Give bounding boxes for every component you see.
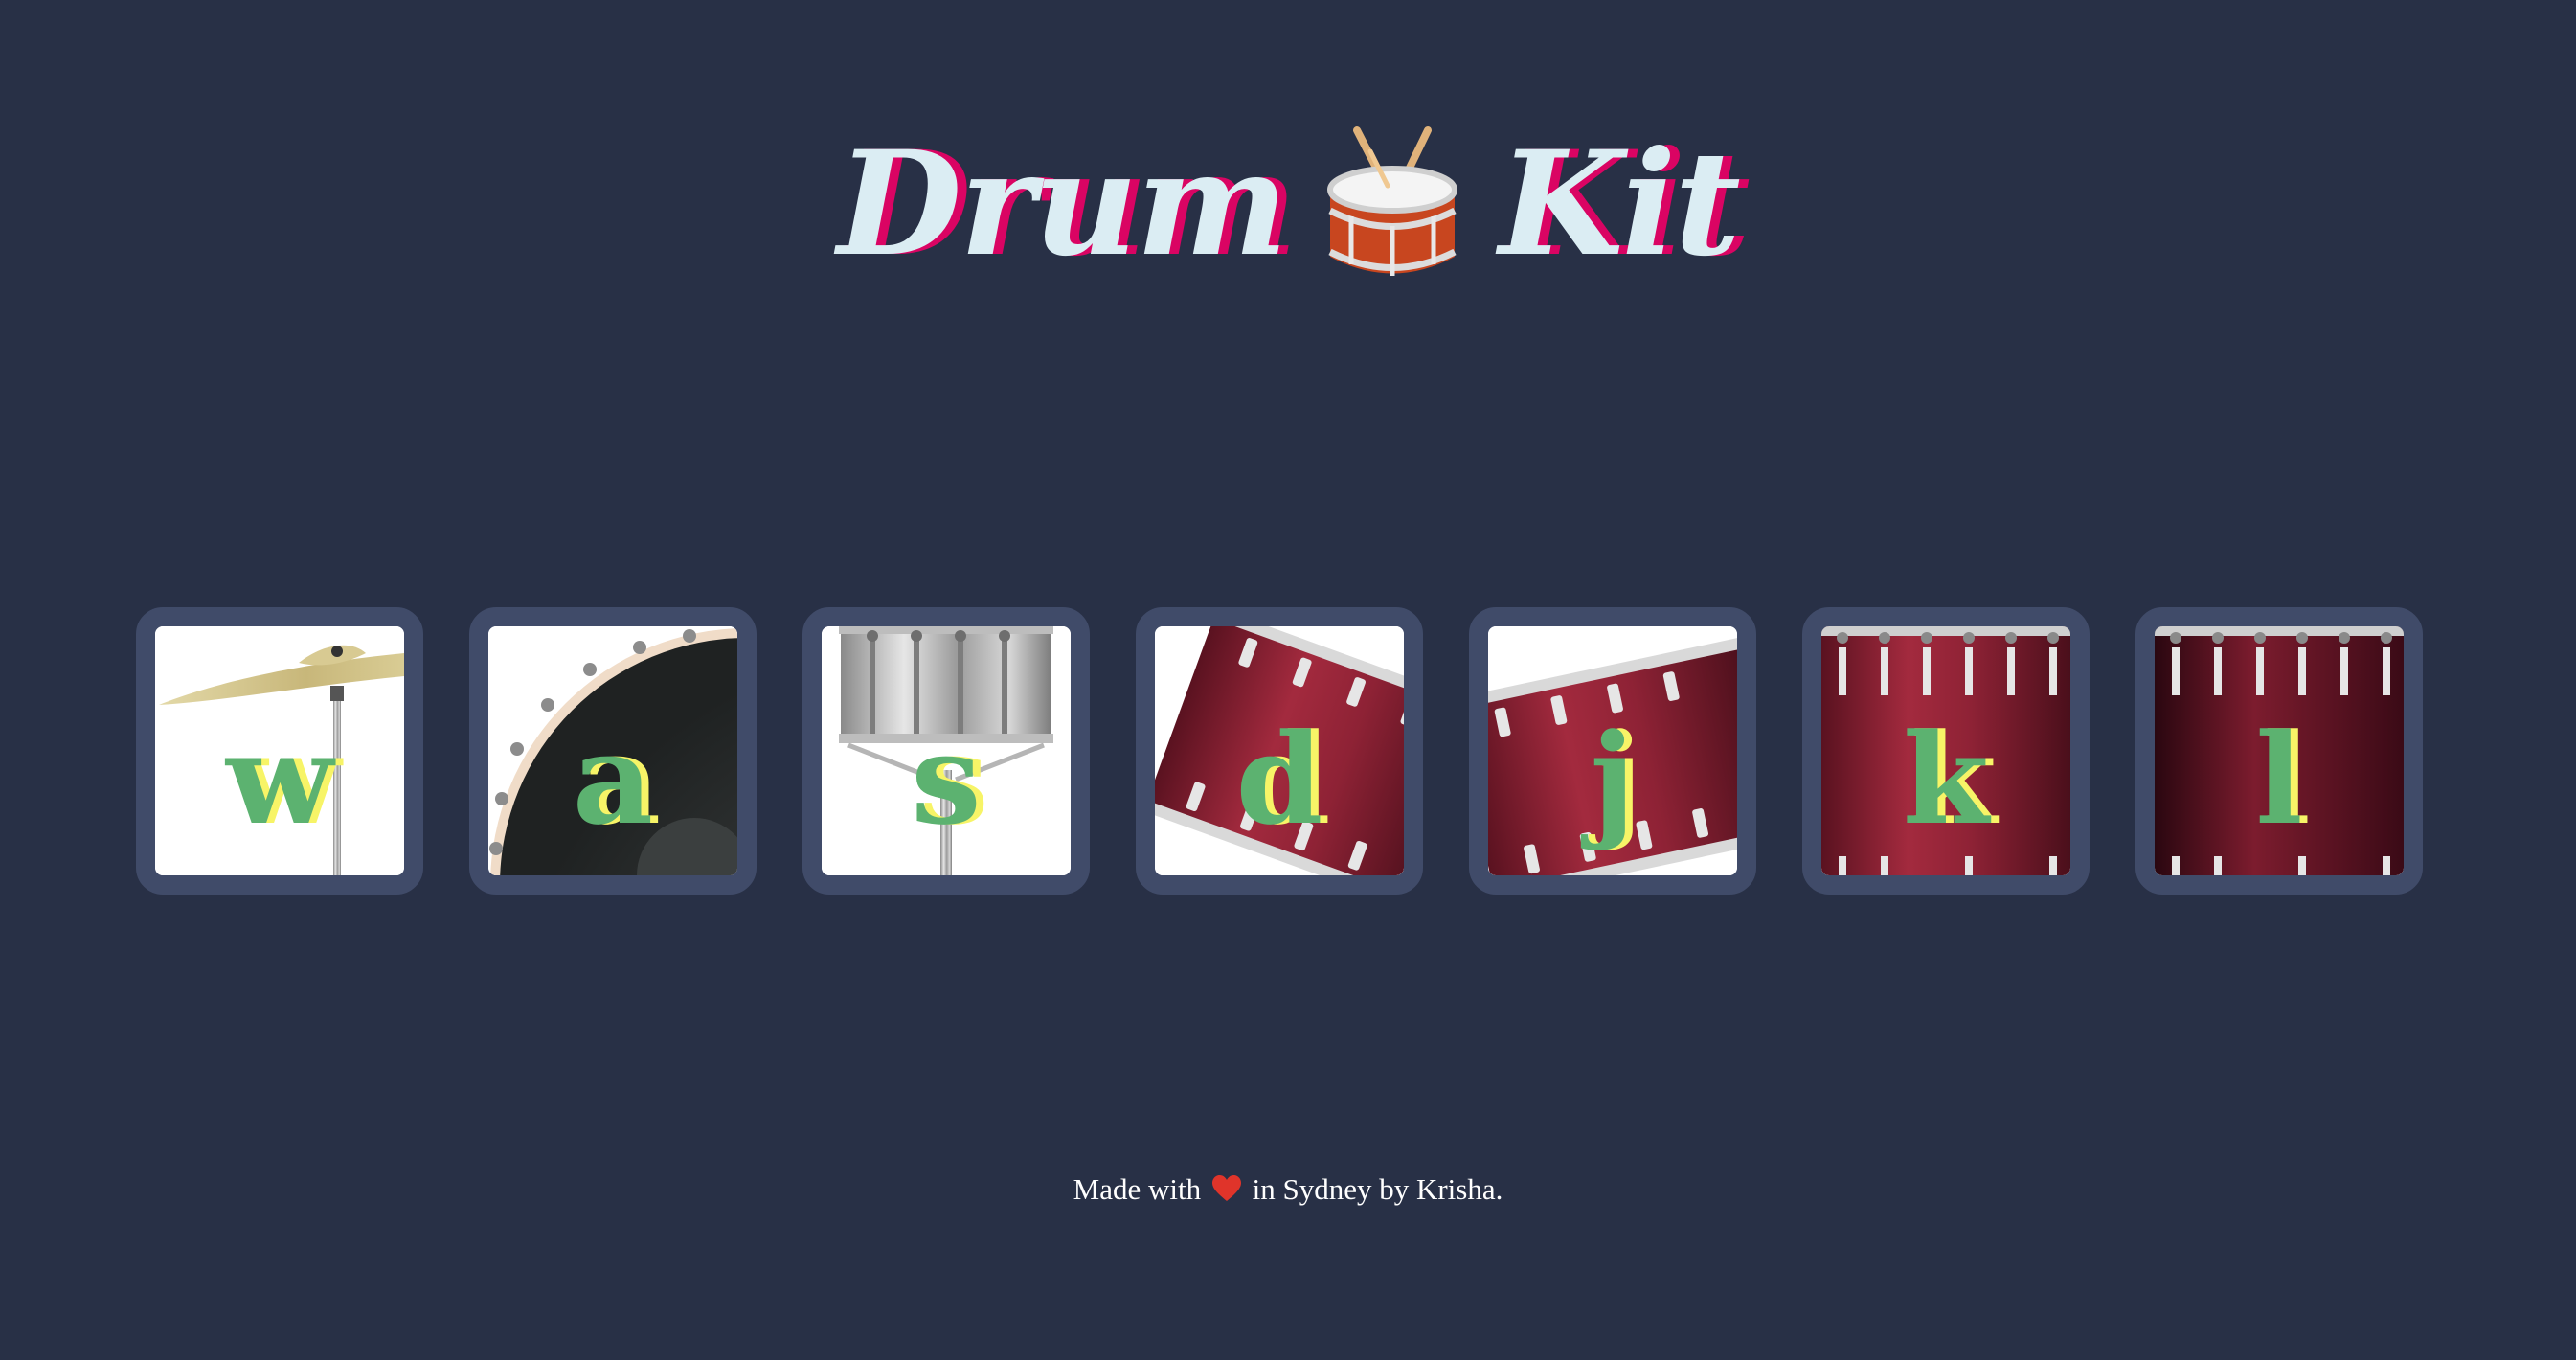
drum-button-j[interactable]: j: [1469, 607, 1756, 895]
drum-key-label: s: [911, 706, 982, 852]
drum-button-s[interactable]: s: [802, 607, 1090, 895]
drum-key-label: d: [1235, 706, 1323, 852]
page-title: Drum Kit: [0, 113, 2576, 295]
drum-key-label: k: [1902, 706, 1990, 852]
drum-button-a[interactable]: a: [469, 607, 757, 895]
title-drum-word: Drum: [837, 120, 1288, 288]
drum-button-d[interactable]: d: [1136, 607, 1423, 895]
drum-key-label: w: [226, 706, 333, 852]
title-kit-word: Kit: [1499, 120, 1741, 288]
heart-icon: [1211, 1175, 1241, 1201]
drum-key-label: j: [1590, 706, 1636, 852]
drum-emoji-icon: [1327, 126, 1458, 276]
footer-text-after: in Sydney by Krisha.: [1252, 1172, 1503, 1206]
drum-button-w[interactable]: w: [136, 607, 423, 895]
drum-button-k[interactable]: k: [1802, 607, 2090, 895]
footer-text-before: Made with: [1073, 1172, 1202, 1206]
drum-button-l[interactable]: l: [2135, 607, 2423, 895]
drum-set: w a s d j k l: [136, 607, 2425, 896]
drum-key-label: a: [572, 706, 654, 852]
footer: Made with in Sydney by Krisha.: [0, 1170, 2576, 1209]
drum-key-label: l: [2255, 706, 2303, 852]
